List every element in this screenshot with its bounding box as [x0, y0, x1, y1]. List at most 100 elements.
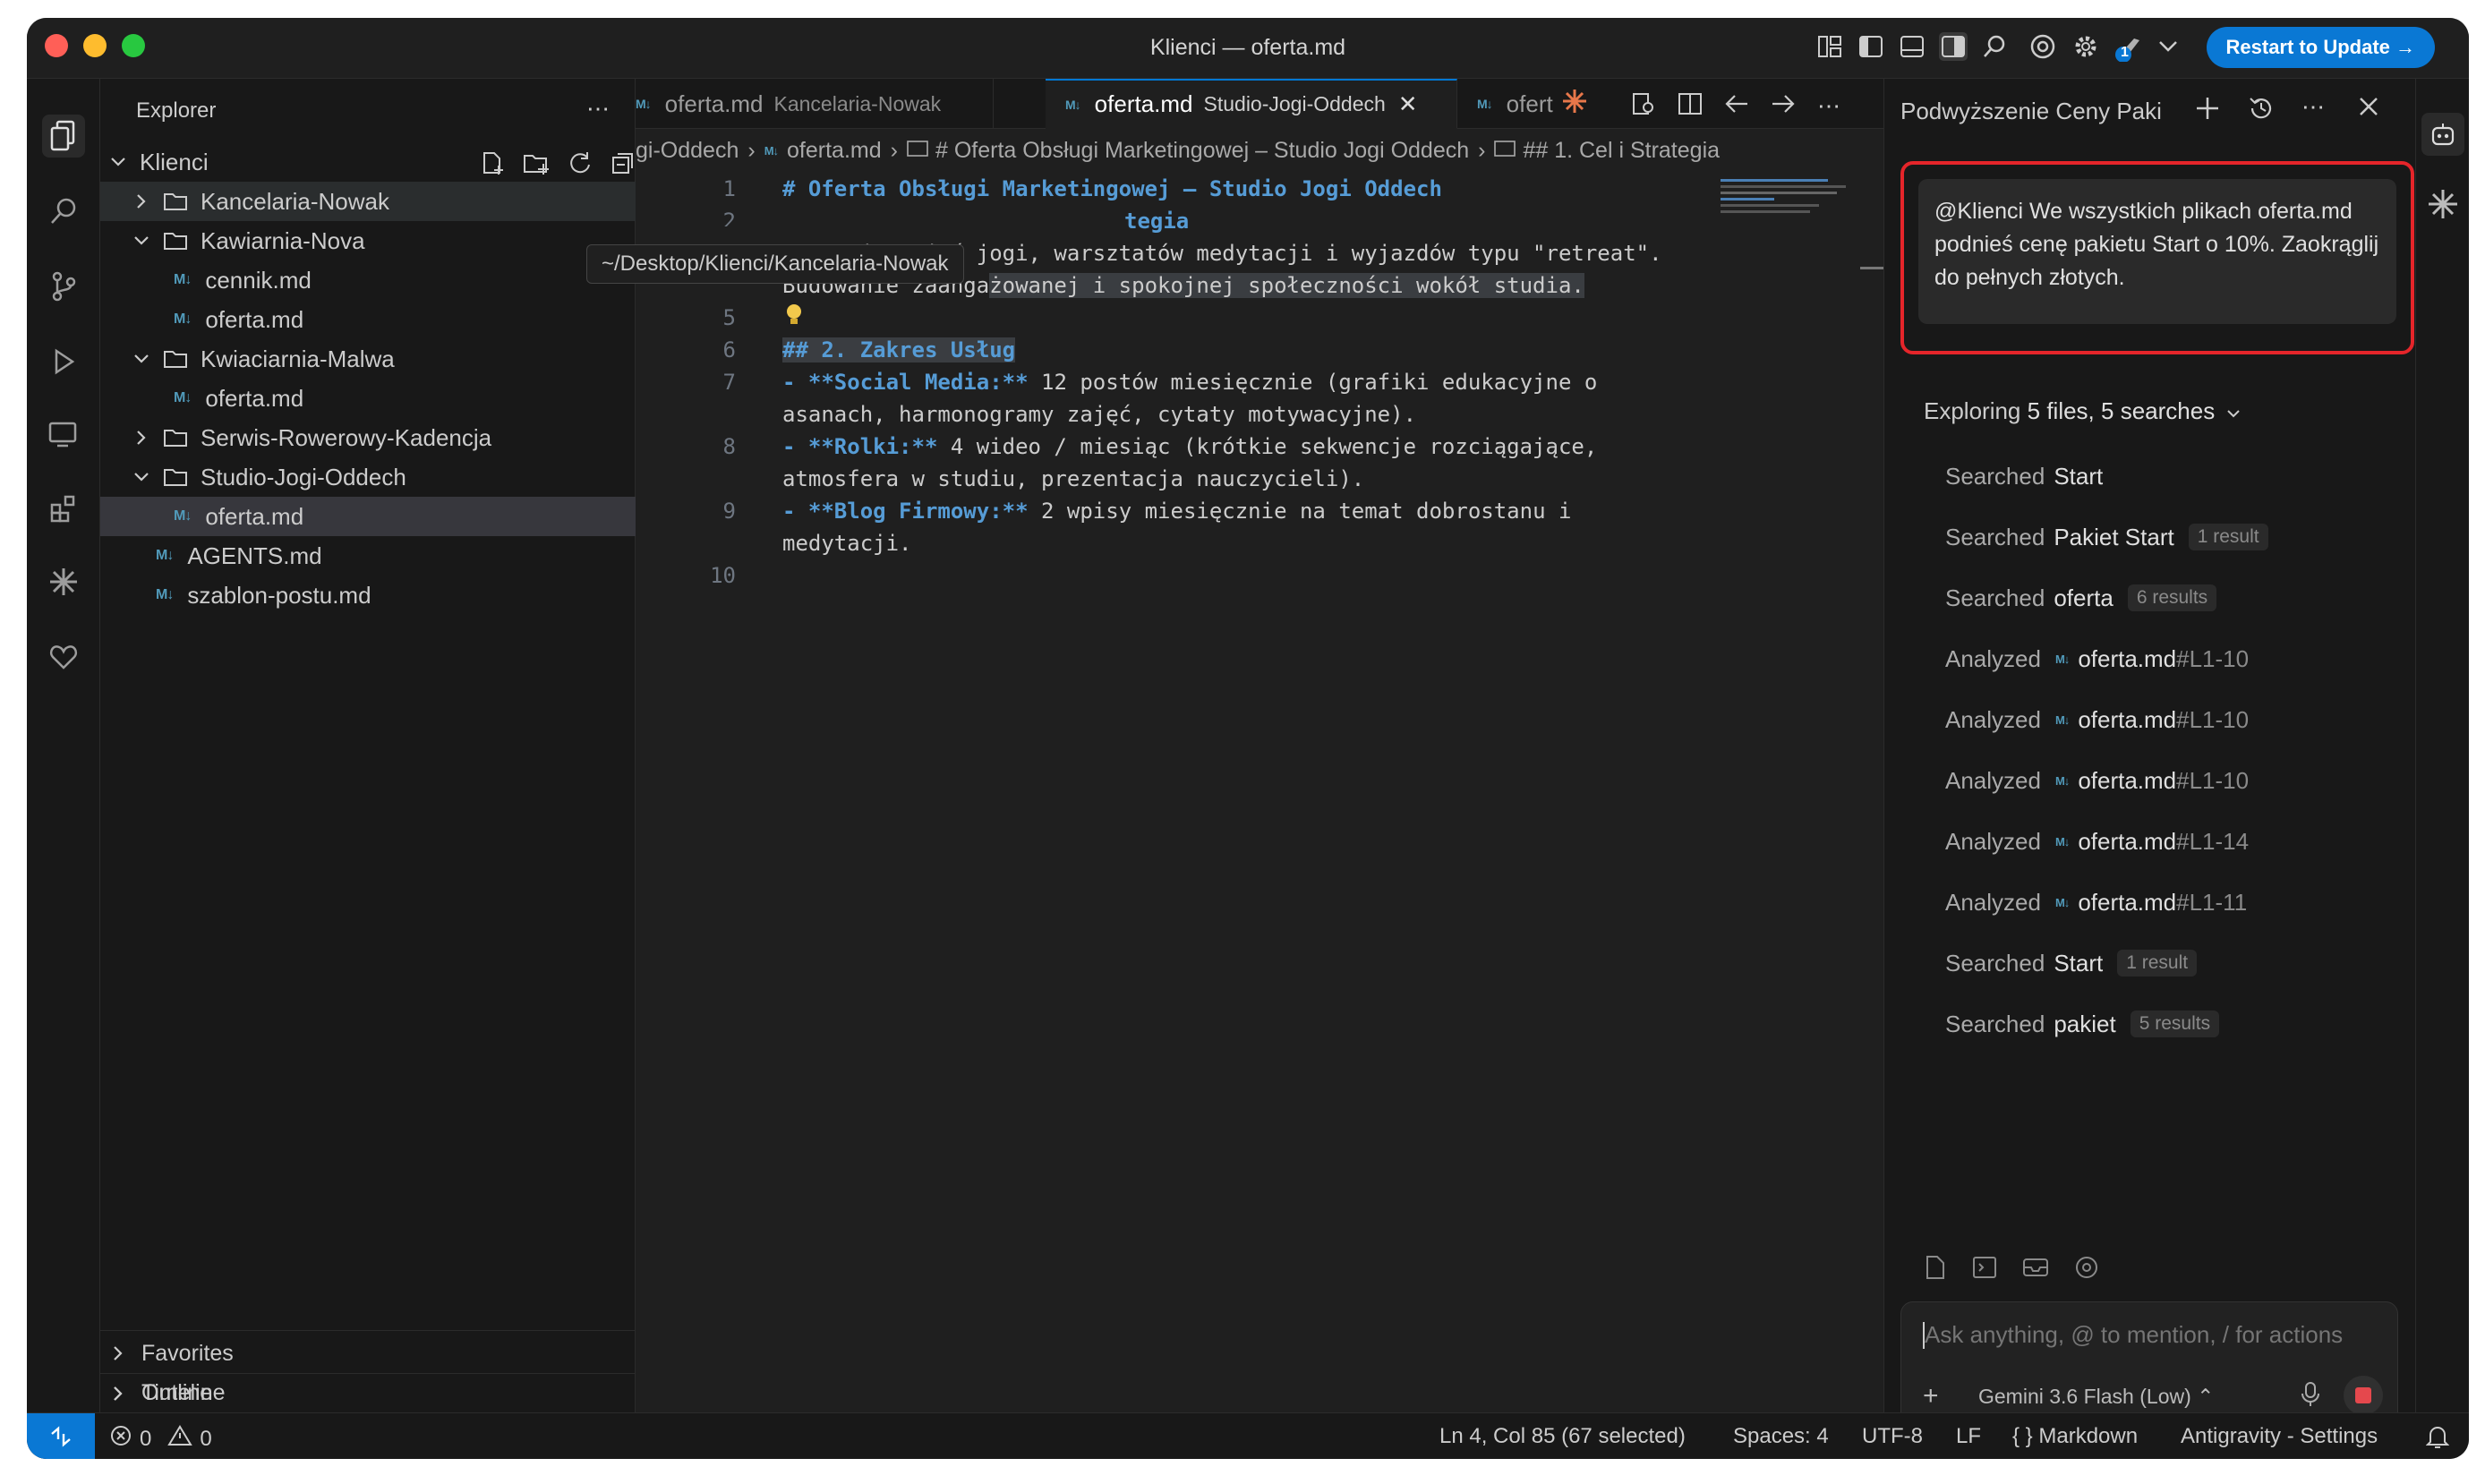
agent-robot-icon[interactable] [2421, 113, 2464, 156]
file-context-icon[interactable] [1924, 1255, 1947, 1284]
user-prompt-message[interactable]: @Klienci We wszystkich plikach oferta.md… [1918, 179, 2396, 324]
action-item[interactable]: Searched Start [1945, 458, 2103, 494]
tab-ofert[interactable]: M↓ ofert [1457, 79, 1618, 129]
heart-icon[interactable] [42, 635, 85, 678]
new-conversation-icon[interactable] [2194, 95, 2221, 128]
action-item[interactable]: Analyzed M↓ oferta.md #L1-10 [1945, 702, 2249, 738]
run-debug-icon[interactable] [42, 340, 85, 383]
markdown-file-icon: M↓ [764, 143, 779, 158]
sparkle-icon[interactable] [2427, 188, 2459, 225]
search-view-icon[interactable] [42, 190, 85, 233]
lightbulb-icon[interactable] [782, 302, 806, 332]
browser-icon[interactable] [2028, 32, 2057, 61]
extensions-icon[interactable] [42, 487, 85, 530]
explorer-files-icon[interactable] [42, 115, 85, 158]
settings-status[interactable]: Antigravity - Settings [2181, 1424, 2378, 1449]
chevron-right-icon [113, 1386, 131, 1402]
browser-context-icon[interactable] [2074, 1255, 2099, 1284]
minimap[interactable] [1721, 179, 1855, 222]
tab-oferta-kancelaria[interactable]: M↓ oferta.md Kancelaria-Nowak [616, 79, 994, 129]
history-icon[interactable] [2248, 95, 2275, 128]
breadcrumb-folder[interactable]: gi-Oddech [636, 138, 739, 164]
folder-icon [163, 192, 188, 211]
tree-folder-serwis-rowerowy[interactable]: Serwis-Rowerowy-Kadencja [100, 418, 636, 457]
tree-folder-studio-jogi[interactable]: Studio-Jogi-Oddech [100, 457, 636, 497]
markdown-file-icon: M↓ [2054, 895, 2070, 909]
breadcrumb-heading-1[interactable]: # Oferta Obsługi Marketingowej – Studio … [935, 138, 1469, 164]
more-actions-icon[interactable]: ⋯ [586, 95, 610, 123]
tree-file-szablon-postu[interactable]: M↓ szablon-postu.md [100, 576, 636, 615]
more-actions-icon[interactable]: ⋯ [2301, 93, 2325, 121]
warning-icon [167, 1424, 193, 1454]
action-item[interactable]: Analyzed M↓ oferta.md #L1-11 [1945, 884, 2247, 920]
title-bar: Klienci — oferta.md 1 Restart to Update … [27, 18, 2469, 79]
explorer-toolbar [480, 150, 636, 180]
breadcrumb-heading-2[interactable]: ## 1. Cel i Strategia [1523, 138, 1720, 164]
toggle-panel-icon[interactable] [1898, 32, 1926, 61]
toggle-sidebar-icon[interactable] [1857, 32, 1885, 61]
exploring-summary[interactable]: Exploring 5 files, 5 searches [1924, 397, 2241, 425]
indentation[interactable]: Spaces: 4 [1733, 1424, 1829, 1449]
section-favorites[interactable]: Favorites [100, 1334, 636, 1373]
action-item[interactable]: Analyzed M↓ oferta.md #L1-10 [1945, 763, 2249, 798]
breadcrumb-file[interactable]: oferta.md [787, 138, 882, 164]
search-icon[interactable] [1980, 32, 2009, 61]
source-control-icon[interactable] [42, 265, 85, 308]
collapse-all-icon[interactable] [611, 150, 636, 180]
extensions-update-icon[interactable]: 1 [2114, 32, 2143, 62]
end-of-line[interactable]: LF [1956, 1424, 1981, 1449]
open-preview-icon[interactable] [1631, 91, 1656, 121]
arrow-left-icon[interactable] [1724, 93, 1749, 119]
encoding[interactable]: UTF-8 [1862, 1424, 1923, 1449]
notifications-bell-icon[interactable] [2425, 1424, 2450, 1455]
tree-folder-kawiarnia-nova[interactable]: Kawiarnia-Nova [100, 221, 636, 260]
action-item[interactable]: Analyzed M↓ oferta.md #L1-14 [1945, 823, 2249, 859]
agent-sparkle-icon[interactable] [42, 560, 85, 603]
tree-file-cennik[interactable]: M↓ cennik.md [100, 260, 636, 300]
new-file-icon[interactable] [480, 150, 505, 180]
arrow-right-icon[interactable] [1771, 93, 1796, 119]
refresh-icon[interactable] [568, 150, 593, 180]
action-item[interactable]: Analyzed M↓ oferta.md #L1-10 [1945, 641, 2249, 677]
settings-gear-icon[interactable] [2071, 32, 2100, 61]
tree-file-agents[interactable]: M↓ AGENTS.md [100, 536, 636, 576]
close-panel-icon[interactable] [2357, 95, 2380, 124]
cursor-position[interactable]: Ln 4, Col 85 (67 selected) [1439, 1424, 1686, 1449]
close-tab-icon[interactable]: ✕ [1398, 90, 1418, 118]
markdown-file-icon: M↓ [2054, 834, 2070, 849]
tree-folder-kwiaciarnia-malwa[interactable]: Kwiaciarnia-Malwa [100, 339, 636, 379]
chevron-right-icon: › [747, 137, 756, 163]
stop-generation-button[interactable] [2344, 1376, 2383, 1415]
remote-explorer-icon[interactable] [42, 414, 85, 456]
stop-icon [2355, 1387, 2371, 1403]
action-item[interactable]: Searched pakiet 5 results [1945, 1006, 2220, 1042]
new-folder-icon[interactable] [523, 150, 550, 180]
more-actions-icon[interactable]: ⋯ [1817, 92, 1840, 120]
tree-folder-kancelaria-nowak[interactable]: Kancelaria-Nowak [100, 182, 636, 221]
action-item[interactable]: Searched Start 1 result [1945, 945, 2198, 981]
tree-file-oferta-kawiarnia[interactable]: M↓ oferta.md [100, 300, 636, 339]
split-editor-icon[interactable] [1678, 91, 1703, 121]
problems-indicator[interactable]: 0 0 [109, 1424, 212, 1454]
tab-oferta-studio-active[interactable]: M↓ oferta.md Studio-Jogi-Oddech ✕ [1046, 79, 1457, 129]
layout-icon[interactable] [1815, 32, 1844, 61]
chevron-down-icon[interactable] [2154, 32, 2182, 61]
terminal-context-icon[interactable] [1972, 1255, 1997, 1284]
chat-input[interactable] [1925, 1317, 2372, 1352]
section-timeline[interactable]: Timeline [100, 1373, 636, 1412]
action-item[interactable]: Searched Pakiet Start 1 result [1945, 519, 2268, 555]
add-context-icon[interactable]: + [1923, 1381, 1939, 1412]
tree-file-oferta-kwiaciarnia[interactable]: M↓ oferta.md [100, 379, 636, 418]
action-item[interactable]: Searched oferta 6 results [1945, 580, 2217, 616]
remote-indicator-icon[interactable] [27, 1413, 95, 1459]
toggle-secondary-sidebar-icon[interactable] [1939, 32, 1968, 61]
code-line-1: # Oferta Obsługi Marketingowej – Studio … [782, 176, 1442, 201]
model-selector[interactable]: Gemini 3.6 Flash (Low) ⌃ [1978, 1385, 2214, 1409]
restart-to-update-button[interactable]: Restart to Update → [2206, 27, 2435, 68]
microphone-icon[interactable] [2301, 1381, 2320, 1412]
language-mode[interactable]: { } Markdown [2012, 1424, 2138, 1449]
tree-file-oferta-studio-selected[interactable]: M↓ oferta.md [100, 497, 636, 536]
chevron-right-icon [132, 430, 150, 446]
inbox-context-icon[interactable] [2022, 1255, 2049, 1284]
app-window: Klienci — oferta.md 1 Restart to Update … [27, 18, 2469, 1459]
